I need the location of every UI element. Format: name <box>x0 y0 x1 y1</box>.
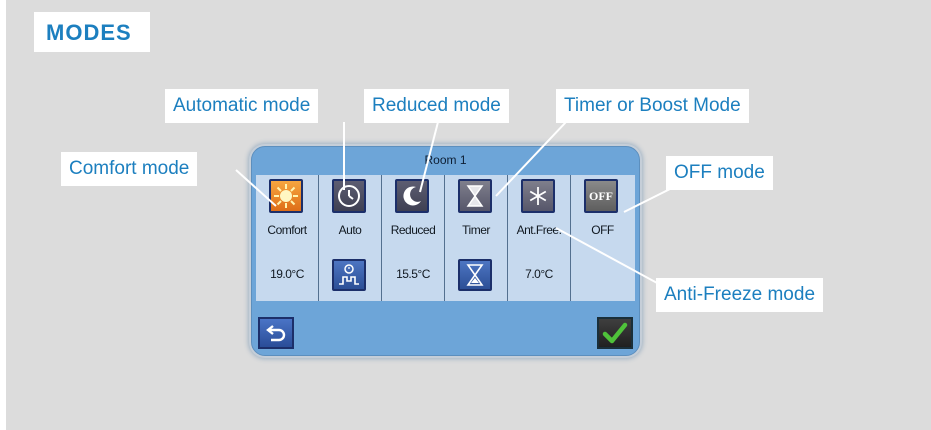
leader-comfort <box>235 169 277 207</box>
leader-antifreeze <box>555 227 671 291</box>
callout-antifreeze: Anti-Freeze mode <box>656 278 824 312</box>
callout-comfort: Comfort mode <box>61 152 198 186</box>
callout-reduced: Reduced mode <box>364 89 509 123</box>
callout-automatic: Automatic mode <box>165 89 319 123</box>
leader-timer <box>495 121 567 197</box>
canvas: MODES Room 1 Comfort 19.0°C Auto Reduced… <box>0 0 931 430</box>
callout-leader-lines <box>235 121 677 291</box>
callout-timer: Timer or Boost Mode <box>556 89 749 123</box>
leader-reduced <box>419 121 439 193</box>
callout-off: OFF mode <box>666 156 773 190</box>
